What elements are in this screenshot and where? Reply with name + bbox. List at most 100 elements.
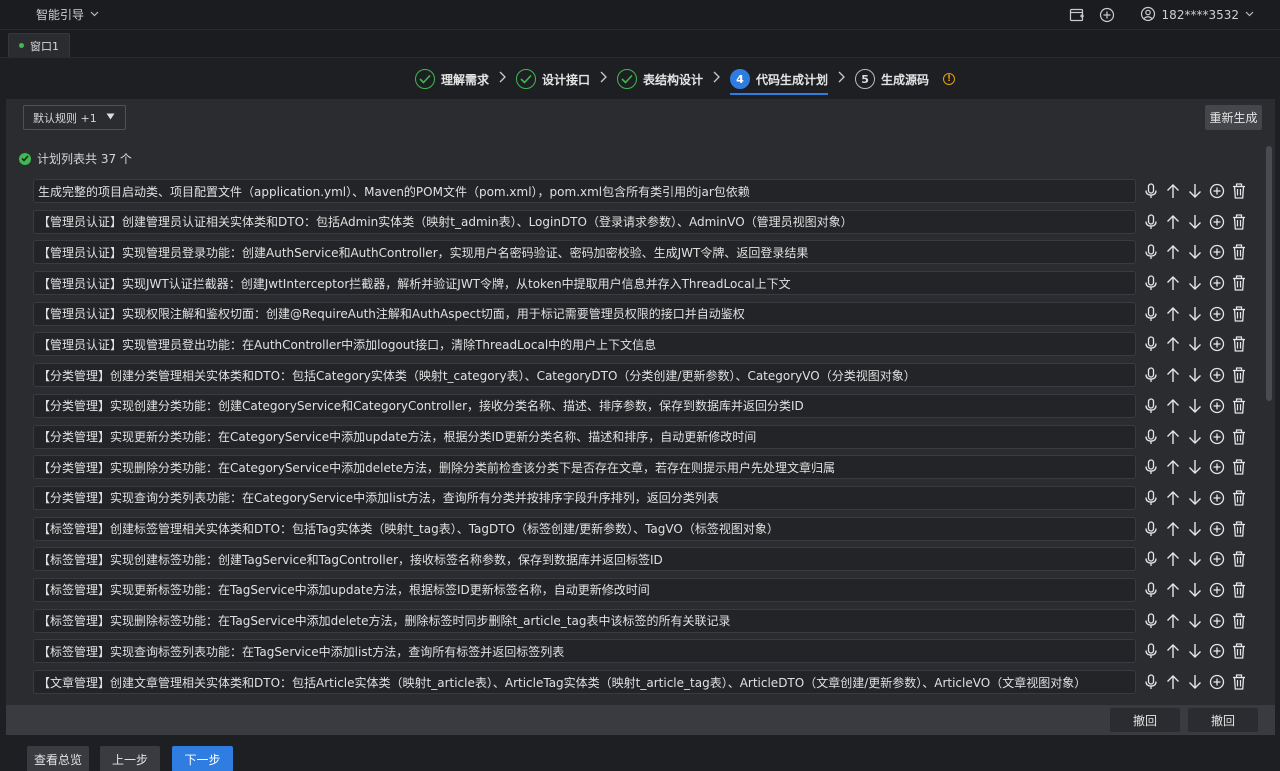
arrow-down-icon[interactable] xyxy=(1185,642,1204,661)
arrow-down-icon[interactable] xyxy=(1185,243,1204,262)
arrow-down-icon[interactable] xyxy=(1185,611,1204,630)
view-overview-button[interactable]: 查看总览 xyxy=(27,746,89,771)
microphone-icon[interactable] xyxy=(1141,243,1160,262)
arrow-up-icon[interactable] xyxy=(1163,335,1182,354)
plan-item-text[interactable]: 生成完整的项目启动类、项目配置文件（application.yml）、Maven… xyxy=(33,179,1136,203)
app-title-dropdown[interactable]: 智能引导 xyxy=(36,6,99,23)
arrow-up-icon[interactable] xyxy=(1163,304,1182,323)
new-window-icon[interactable] xyxy=(1068,6,1086,24)
user-menu[interactable]: 182****3532 xyxy=(1140,6,1254,25)
microphone-icon[interactable] xyxy=(1141,427,1160,446)
undo-button[interactable]: 撤回 xyxy=(1110,708,1180,732)
add-circle-icon[interactable] xyxy=(1207,212,1226,231)
microphone-icon[interactable] xyxy=(1141,335,1160,354)
plan-item-text[interactable]: 【分类管理】实现删除分类功能：在CategoryService中添加delete… xyxy=(33,455,1136,480)
microphone-icon[interactable] xyxy=(1141,519,1160,538)
trash-icon[interactable] xyxy=(1229,335,1248,354)
plan-item-text[interactable]: 【管理员认证】实现权限注解和鉴权切面：创建@RequireAuth注解和Auth… xyxy=(33,301,1136,326)
arrow-up-icon[interactable] xyxy=(1163,396,1182,415)
microphone-icon[interactable] xyxy=(1141,396,1160,415)
info-icon[interactable]: ! xyxy=(943,73,956,85)
plan-item-text[interactable]: 【标签管理】实现查询标签列表功能：在TagService中添加list方法，查询… xyxy=(33,639,1136,664)
arrow-up-icon[interactable] xyxy=(1163,580,1182,599)
add-circle-icon[interactable] xyxy=(1207,642,1226,661)
trash-icon[interactable] xyxy=(1229,274,1248,293)
arrow-down-icon[interactable] xyxy=(1185,366,1204,385)
add-circle-icon[interactable] xyxy=(1207,611,1226,630)
step-design-interfaces[interactable]: 设计接口 xyxy=(515,63,590,95)
arrow-down-icon[interactable] xyxy=(1185,212,1204,231)
trash-icon[interactable] xyxy=(1229,304,1248,323)
arrow-up-icon[interactable] xyxy=(1163,550,1182,569)
microphone-icon[interactable] xyxy=(1141,580,1160,599)
arrow-down-icon[interactable] xyxy=(1185,580,1204,599)
trash-icon[interactable] xyxy=(1229,488,1248,507)
trash-icon[interactable] xyxy=(1229,396,1248,415)
next-step-button[interactable]: 下一步 xyxy=(172,746,233,771)
add-circle-icon[interactable] xyxy=(1207,488,1226,507)
add-circle-icon[interactable] xyxy=(1207,243,1226,262)
arrow-down-icon[interactable] xyxy=(1185,458,1204,477)
microphone-icon[interactable] xyxy=(1141,642,1160,661)
arrow-up-icon[interactable] xyxy=(1163,182,1182,201)
arrow-up-icon[interactable] xyxy=(1163,274,1182,293)
trash-icon[interactable] xyxy=(1229,427,1248,446)
step-code-generation-plan[interactable]: 4 代码生成计划 xyxy=(730,63,829,95)
undo-button-2[interactable]: 撤回 xyxy=(1188,708,1258,732)
plan-item-text[interactable]: 【管理员认证】实现管理员登录功能：创建AuthService和AuthContr… xyxy=(33,240,1136,265)
trash-icon[interactable] xyxy=(1229,212,1248,231)
arrow-down-icon[interactable] xyxy=(1185,274,1204,293)
arrow-up-icon[interactable] xyxy=(1163,427,1182,446)
plan-item-text[interactable]: 【管理员认证】创建管理员认证相关实体类和DTO：包括Admin实体类（映射t_a… xyxy=(33,209,1136,234)
arrow-down-icon[interactable] xyxy=(1185,673,1204,692)
prev-step-button[interactable]: 上一步 xyxy=(100,746,160,771)
arrow-down-icon[interactable] xyxy=(1185,396,1204,415)
tab-window-1[interactable]: 窗口1 xyxy=(8,33,70,57)
microphone-icon[interactable] xyxy=(1141,304,1160,323)
trash-icon[interactable] xyxy=(1229,243,1248,262)
microphone-icon[interactable] xyxy=(1141,458,1160,477)
arrow-up-icon[interactable] xyxy=(1163,243,1182,262)
arrow-up-icon[interactable] xyxy=(1163,458,1182,477)
plan-item-text[interactable]: 【管理员认证】实现JWT认证拦截器：创建JwtInterceptor拦截器，解析… xyxy=(33,271,1136,296)
arrow-up-icon[interactable] xyxy=(1163,611,1182,630)
regenerate-button[interactable]: 重新生成 xyxy=(1205,105,1262,130)
plan-item-text[interactable]: 【分类管理】实现查询分类列表功能：在CategoryService中添加list… xyxy=(33,485,1136,510)
arrow-down-icon[interactable] xyxy=(1185,335,1204,354)
microphone-icon[interactable] xyxy=(1141,611,1160,630)
trash-icon[interactable] xyxy=(1229,642,1248,661)
trash-icon[interactable] xyxy=(1229,366,1248,385)
trash-icon[interactable] xyxy=(1229,519,1248,538)
add-circle-icon[interactable] xyxy=(1207,335,1226,354)
step-table-design[interactable]: 表结构设计 xyxy=(616,63,703,95)
add-circle-icon[interactable] xyxy=(1207,519,1226,538)
plan-item-text[interactable]: 【标签管理】创建标签管理相关实体类和DTO：包括Tag实体类（映射t_tag表）… xyxy=(33,516,1136,541)
scrollbar-thumb[interactable] xyxy=(1266,146,1272,401)
arrow-down-icon[interactable] xyxy=(1185,519,1204,538)
add-circle-icon[interactable] xyxy=(1098,6,1116,24)
trash-icon[interactable] xyxy=(1229,458,1248,477)
arrow-down-icon[interactable] xyxy=(1185,182,1204,201)
step-understand-requirements[interactable]: 理解需求 xyxy=(414,63,489,95)
plan-item-text[interactable]: 【管理员认证】实现管理员登出功能：在AuthController中添加logou… xyxy=(33,332,1136,357)
add-circle-icon[interactable] xyxy=(1207,274,1226,293)
microphone-icon[interactable] xyxy=(1141,673,1160,692)
add-circle-icon[interactable] xyxy=(1207,580,1226,599)
microphone-icon[interactable] xyxy=(1141,182,1160,201)
add-circle-icon[interactable] xyxy=(1207,427,1226,446)
plan-item-text[interactable]: 【分类管理】实现更新分类功能：在CategoryService中添加update… xyxy=(33,424,1136,449)
add-circle-icon[interactable] xyxy=(1207,304,1226,323)
plan-item-text[interactable]: 【标签管理】实现更新标签功能：在TagService中添加update方法，根据… xyxy=(33,577,1136,602)
arrow-up-icon[interactable] xyxy=(1163,642,1182,661)
plan-item-text[interactable]: 【分类管理】实现创建分类功能：创建CategoryService和Categor… xyxy=(33,393,1136,418)
add-circle-icon[interactable] xyxy=(1207,550,1226,569)
plan-item-text[interactable]: 【标签管理】实现删除标签功能：在TagService中添加delete方法，删除… xyxy=(33,608,1136,633)
trash-icon[interactable] xyxy=(1229,550,1248,569)
plan-item-text[interactable]: 【标签管理】实现创建标签功能：创建TagService和TagControlle… xyxy=(33,547,1136,572)
trash-icon[interactable] xyxy=(1229,580,1248,599)
microphone-icon[interactable] xyxy=(1141,550,1160,569)
arrow-down-icon[interactable] xyxy=(1185,304,1204,323)
rule-select[interactable]: 默认规则 +1 xyxy=(23,105,126,130)
trash-icon[interactable] xyxy=(1229,673,1248,692)
arrow-up-icon[interactable] xyxy=(1163,488,1182,507)
